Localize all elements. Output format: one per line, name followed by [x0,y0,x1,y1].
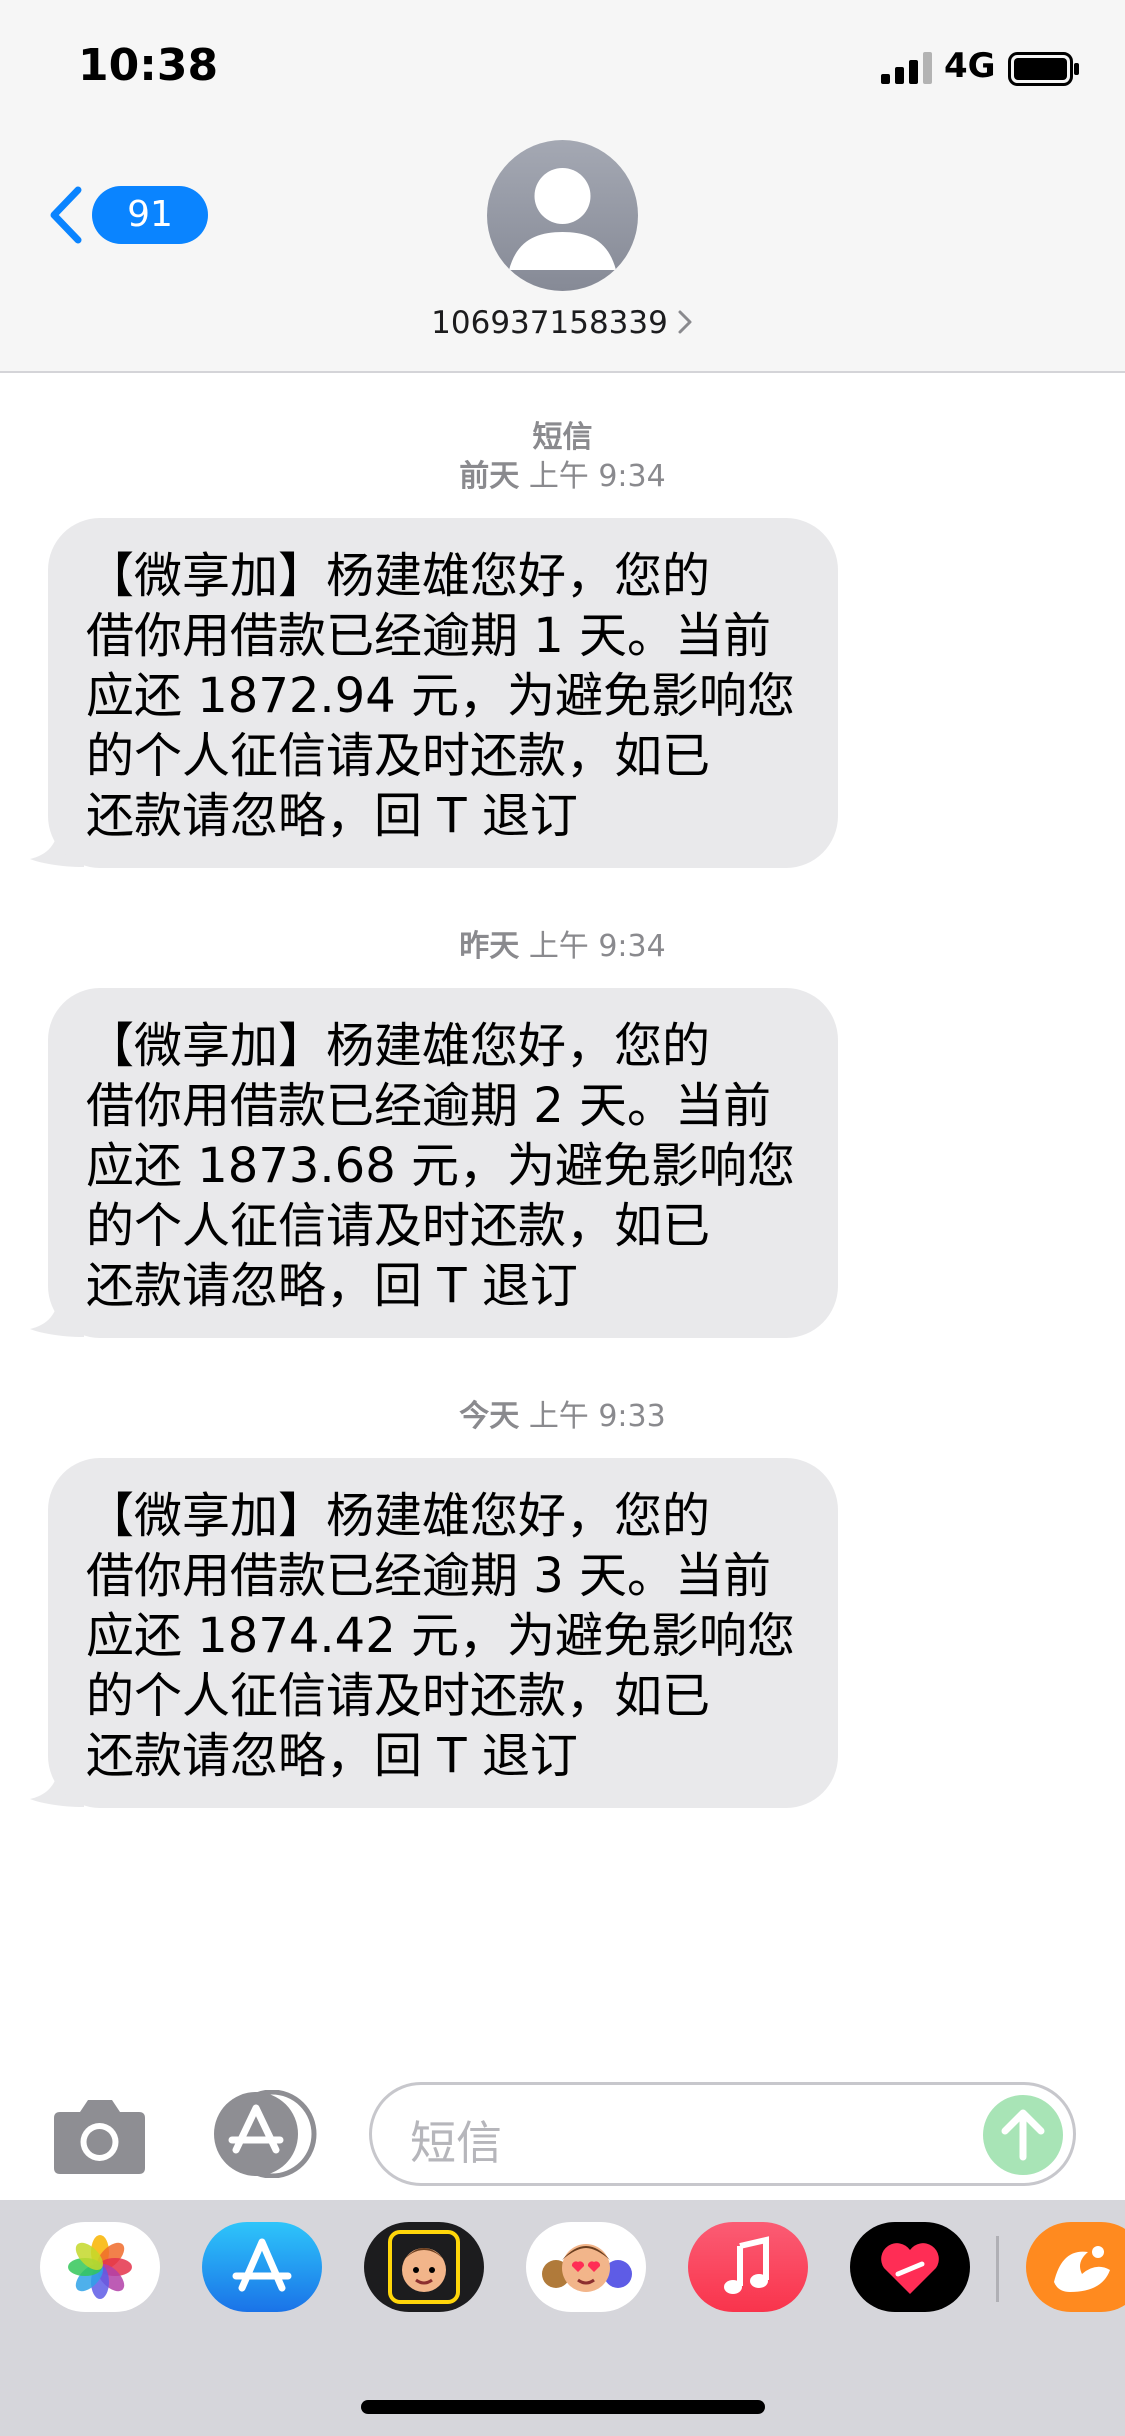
person-icon [509,168,616,270]
message-line: 借你用借款已经逾期 1 天。当前 [86,608,772,664]
home-indicator [361,2400,765,2414]
message-line: 的个人征信请及时还款，如已 [86,728,711,784]
message-timestamp: 前天 上午 9:34 [0,451,1125,495]
app-app-store[interactable] [202,2222,322,2312]
message-line: 还款请忽略，回 T 退订 [86,788,578,844]
timestamp-day: 今天 [459,1399,520,1434]
service-label: 短信 [532,420,593,455]
send-button[interactable] [983,2095,1063,2175]
message-timestamp: 昨天 上午 9:34 [0,921,1125,965]
battery-icon [1008,52,1079,86]
message-line: 还款请忽略，回 T 退订 [86,1728,578,1784]
back-button[interactable]: 91 [44,180,208,250]
app-music[interactable] [688,2222,808,2312]
contact-avatar[interactable] [487,140,638,291]
cellular-signal-icon [881,52,932,84]
message-line: 【微享加】杨建雄您好，您的 [86,1488,711,1544]
message-line: 【微享加】杨建雄您好，您的 [86,1018,711,1074]
chevron-right-icon [678,310,692,334]
app-digital-touch[interactable] [850,2222,970,2312]
status-time: 10:38 [78,40,219,91]
uc-browser-icon [1054,2246,1110,2292]
contact-number: 106937158339 [431,305,668,341]
timestamp-time: 上午 9:34 [528,929,666,964]
app-uc-browser[interactable] [1026,2222,1125,2312]
timestamp-day: 昨天 [459,929,520,964]
network-type: 4G [944,46,996,86]
contact-name[interactable]: 106937158339 [0,305,1125,341]
message-line: 应还 1872.94 元，为避免影响您 [86,668,796,724]
arrow-up-icon [1001,2109,1045,2161]
drawer-divider [996,2236,999,2302]
conversation-header: 10:38 4G 91 106937158339 [0,0,1125,373]
message-timestamp: 今天 上午 9:33 [0,1391,1125,1435]
chevron-left-icon [50,186,82,244]
message-line: 的个人征信请及时还款，如已 [86,1198,711,1254]
app-store-icon [232,2238,292,2292]
unread-count-badge: 91 [92,186,208,244]
message-line: 还款请忽略，回 T 退订 [86,1258,578,1314]
app-photos[interactable] [40,2222,160,2312]
message-line: 应还 1873.68 元，为避免影响您 [86,1138,796,1194]
photos-icon [68,2235,132,2299]
message-line: 【微享加】杨建雄您好，您的 [86,548,711,604]
music-icon [724,2236,769,2294]
timestamp-time: 上午 9:33 [528,1399,666,1434]
message-line: 借你用借款已经逾期 2 天。当前 [86,1078,772,1134]
message-bubble[interactable]: 【微享加】杨建雄您好，您的 借你用借款已经逾期 1 天。当前 应还 1872.9… [48,518,838,868]
message-line: 借你用借款已经逾期 3 天。当前 [86,1548,772,1604]
camera-icon[interactable] [52,2096,147,2176]
app-memoji-camera[interactable] [364,2222,484,2312]
message-input-placeholder: 短信 [410,2116,502,2170]
animoji-icon [542,2244,632,2292]
message-input[interactable]: 短信 [369,2082,1076,2186]
memoji-camera-icon [388,2230,460,2304]
message-line: 应还 1874.42 元，为避免影响您 [86,1608,796,1664]
message-bubble[interactable]: 【微享加】杨建雄您好，您的 借你用借款已经逾期 2 天。当前 应还 1873.6… [48,988,838,1338]
message-bubble[interactable]: 【微享加】杨建雄您好，您的 借你用借款已经逾期 3 天。当前 应还 1874.4… [48,1458,838,1808]
message-line: 的个人征信请及时还款，如已 [86,1668,711,1724]
app-store-button-icon[interactable] [210,2090,318,2178]
timestamp-time: 上午 9:34 [528,459,666,494]
digital-touch-icon [881,2243,939,2294]
timestamp-day: 前天 [459,459,520,494]
app-animoji[interactable] [526,2222,646,2312]
